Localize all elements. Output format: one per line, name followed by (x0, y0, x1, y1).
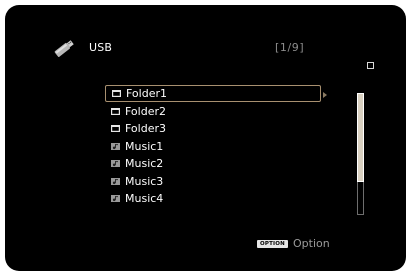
list-item-label: Folder1 (126, 87, 167, 100)
list-item-music1[interactable]: Music1 (105, 138, 321, 156)
square-indicator-icon (367, 62, 374, 69)
list-item-music2[interactable]: Music2 (105, 155, 321, 173)
option-label: Option (292, 237, 330, 250)
list-item-label: Music1 (125, 139, 164, 153)
option-button[interactable]: OPTION Option (257, 237, 330, 250)
file-list: Folder1 Folder2 Folder3 Music1 Music2 Mu… (105, 85, 321, 208)
page-counter: [1/9] (275, 41, 305, 54)
list-item-label: Folder2 (125, 104, 166, 118)
list-item-folder3[interactable]: Folder3 (105, 120, 321, 138)
folder-icon (111, 107, 120, 115)
music-file-icon (111, 195, 120, 203)
source-label: USB (89, 41, 113, 54)
usb-stick-icon (54, 40, 74, 57)
scrollbar-thumb[interactable] (357, 93, 364, 182)
usb-browser-screen: USB [1/9] Folder1 Folder2 Folder3 Music1… (5, 5, 406, 271)
list-item-label: Music4 (125, 192, 164, 206)
list-item-music3[interactable]: Music3 (105, 173, 321, 191)
option-badge: OPTION (257, 239, 288, 248)
music-file-icon (111, 177, 120, 185)
music-file-icon (111, 142, 120, 150)
chevron-right-icon (323, 92, 327, 98)
folder-icon (111, 125, 120, 133)
folder-icon (112, 90, 121, 97)
music-file-icon (111, 160, 120, 168)
list-item-label: Music3 (125, 174, 164, 188)
list-item-label: Folder3 (125, 122, 166, 136)
list-item-folder2[interactable]: Folder2 (105, 103, 321, 121)
list-item-music4[interactable]: Music4 (105, 190, 321, 208)
list-item-label: Music2 (125, 157, 164, 171)
list-item-folder1[interactable]: Folder1 (105, 85, 321, 102)
scrollbar[interactable] (357, 93, 364, 215)
